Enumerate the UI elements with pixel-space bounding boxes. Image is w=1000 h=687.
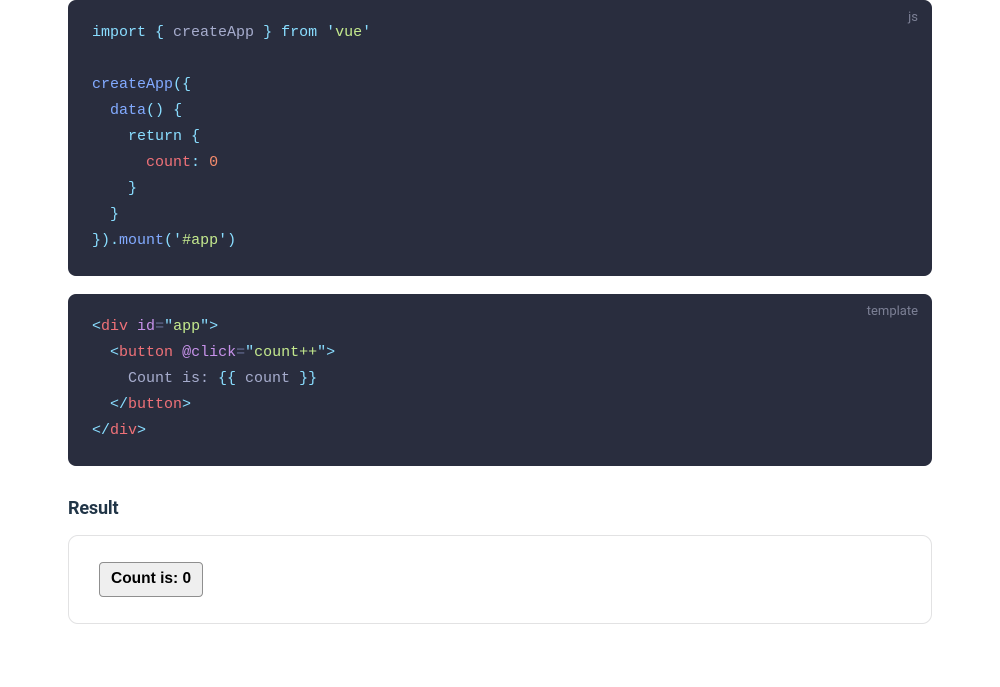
code-content-template[interactable]: <div id="app"> <button @click="count++">… [92,314,908,444]
code-lang-label: js [908,10,918,25]
count-button[interactable]: Count is: 0 [99,562,203,597]
result-heading: Result [68,498,932,519]
code-lang-label: template [867,304,918,319]
code-block-js: js import { createApp } from 'vue' creat… [68,0,932,276]
result-card: Count is: 0 [68,535,932,624]
code-content-js[interactable]: import { createApp } from 'vue' createAp… [92,20,908,254]
code-block-template: template <div id="app"> <button @click="… [68,294,932,466]
